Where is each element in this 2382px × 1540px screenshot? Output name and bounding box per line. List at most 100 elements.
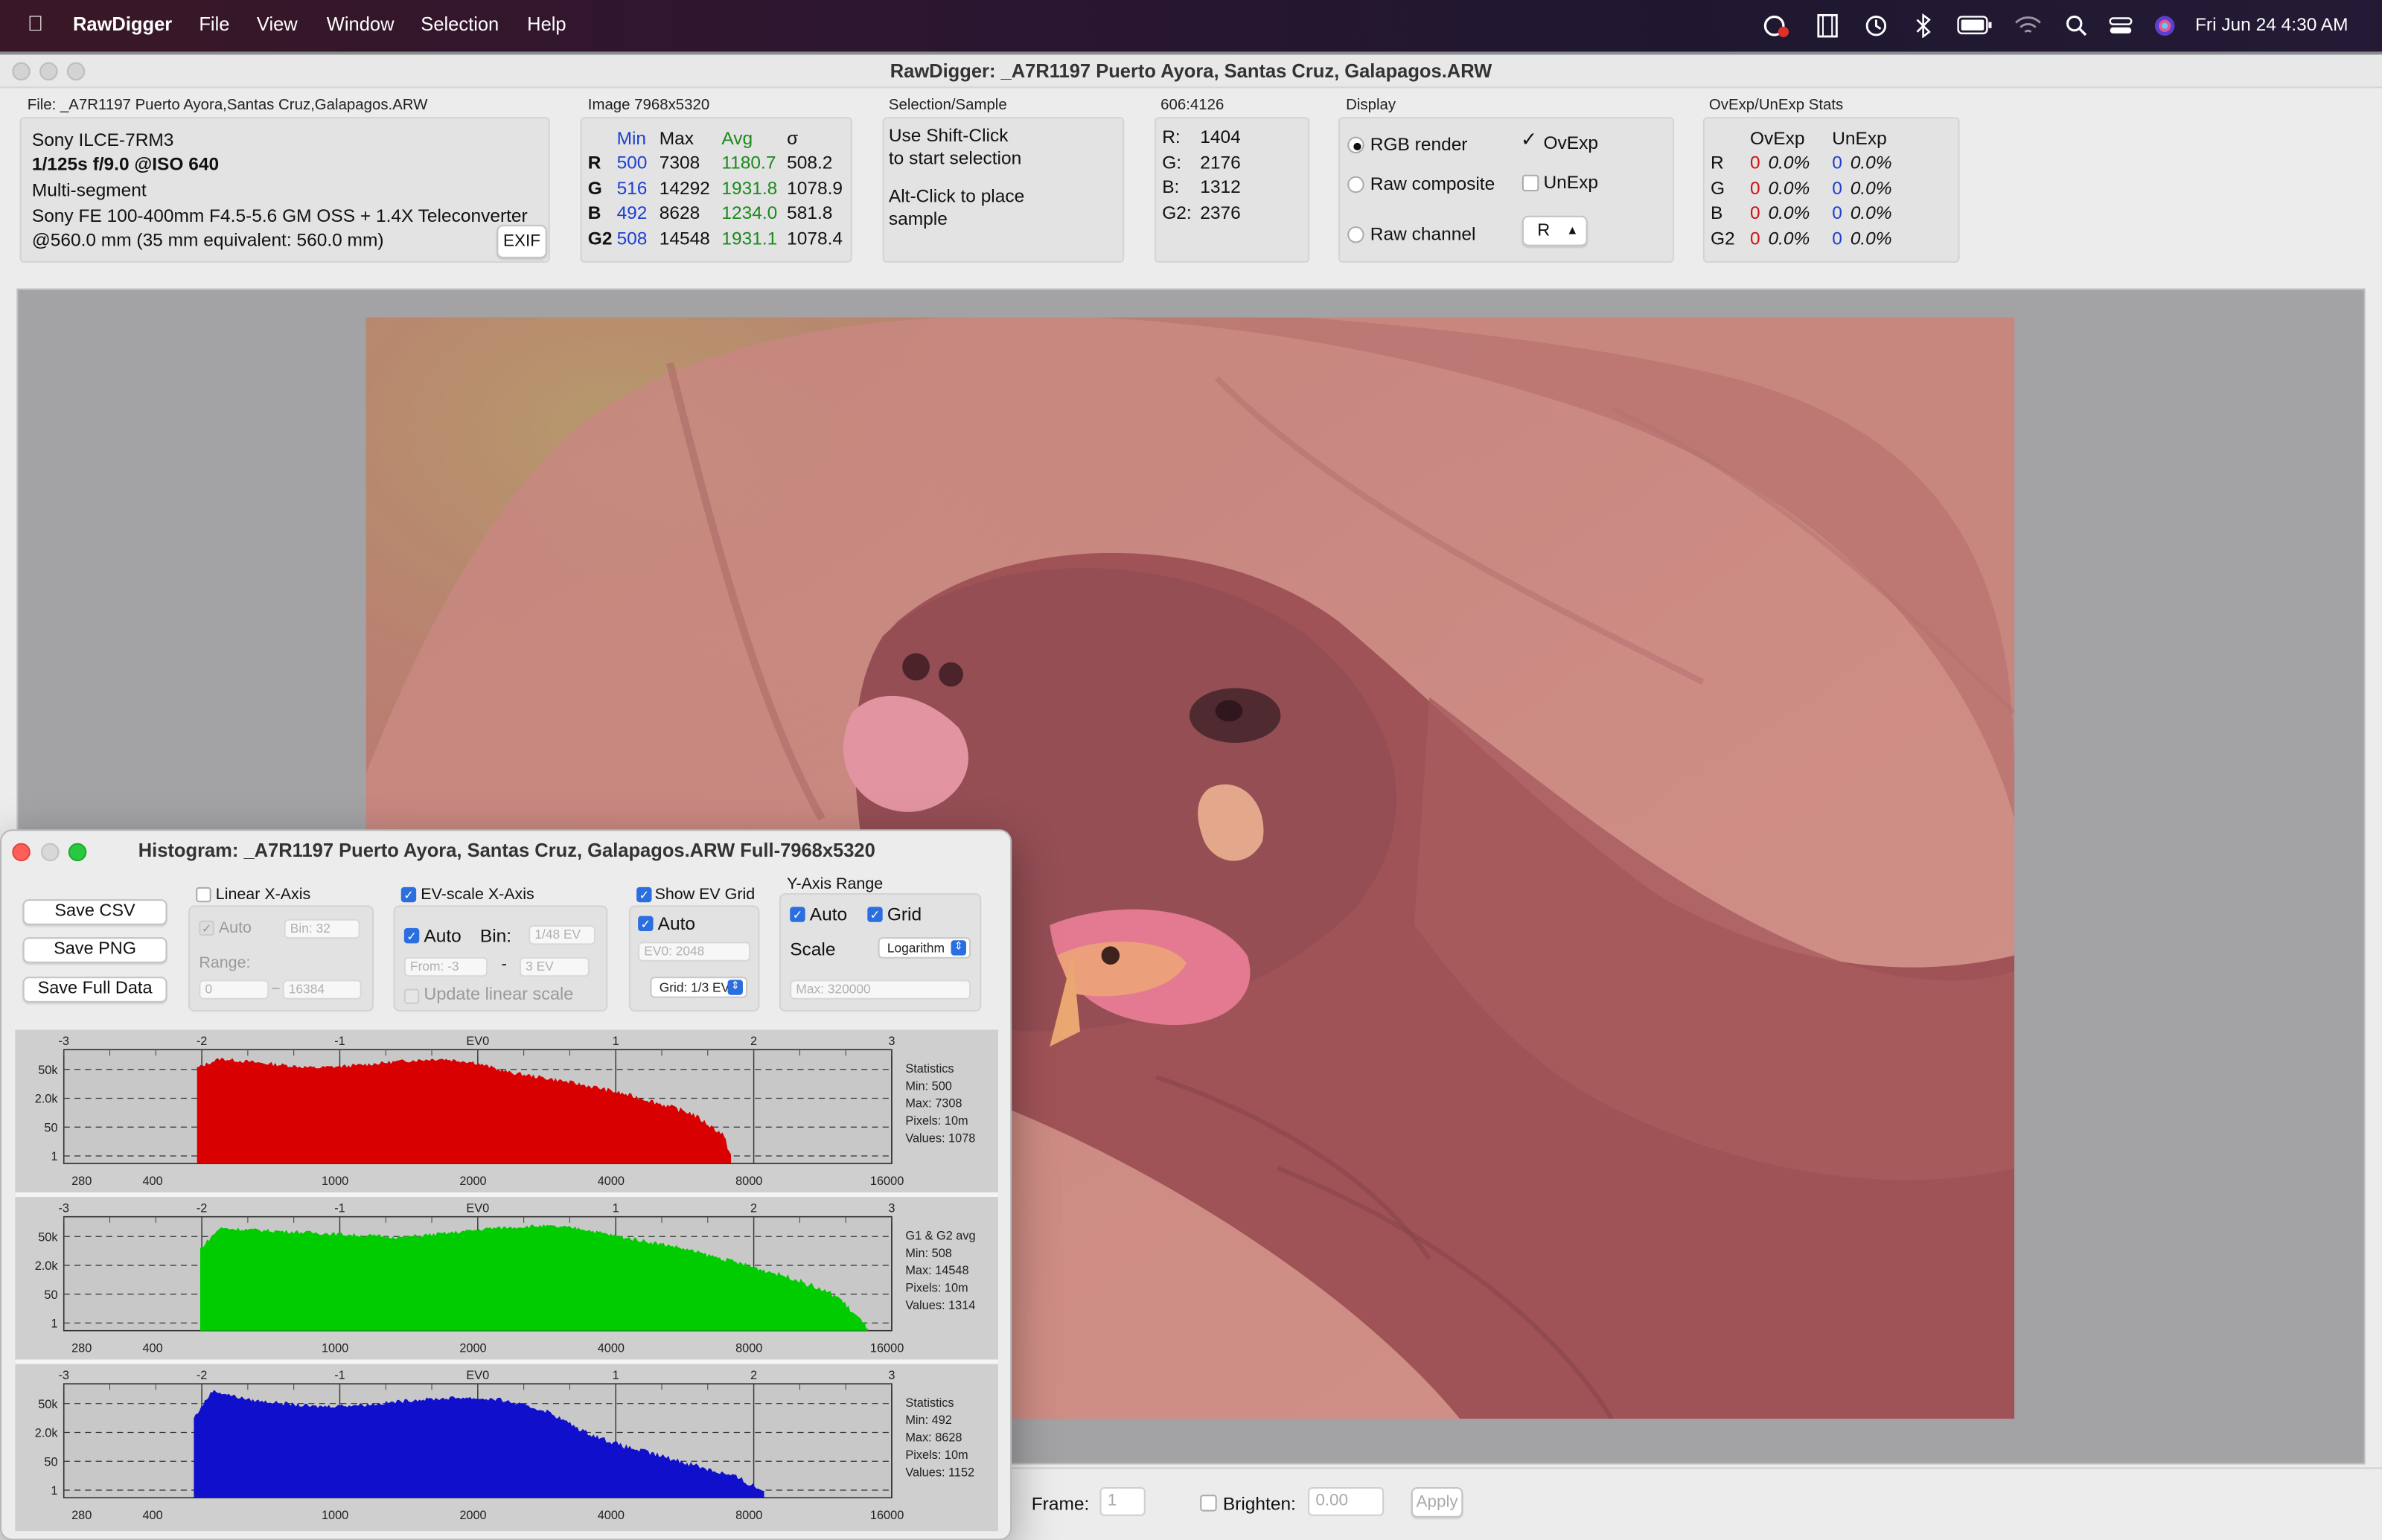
y-scale-select[interactable]: Logarithm ⇕	[878, 937, 971, 959]
y-tick-label: 50k	[38, 1398, 58, 1411]
channel-avg: 1931.1	[721, 227, 778, 249]
ev-scale-section: ✓ Auto Bin: 1/48 EV From: -3 - 3 EV Upda…	[393, 905, 608, 1012]
range-label: Range:	[199, 953, 251, 973]
range-to-field[interactable]: 16384	[282, 980, 362, 1000]
rgb-render-label[interactable]: RGB render	[1370, 134, 1468, 156]
raw-channel-label[interactable]: Raw channel	[1370, 223, 1476, 245]
channel-name: B	[587, 202, 601, 223]
hist-close-button[interactable]	[12, 843, 31, 862]
linear-x-section: ✓ Auto Bin: 32 Range: 0 – 16384	[188, 905, 374, 1012]
histogram-stat: Max: 8628	[905, 1431, 962, 1445]
ev-scale-checkbox[interactable]: ✓	[400, 886, 417, 903]
raw-channel-radio[interactable]	[1347, 226, 1364, 243]
linear-bin-field[interactable]: Bin: 32	[284, 918, 360, 939]
save-png-button[interactable]: Save PNG	[22, 937, 167, 963]
channel-min: 516	[616, 176, 648, 199]
x-tick-label: 1000	[322, 1175, 348, 1188]
histogram-panel-g: 50k 2.0k 50 1 -3 -2 -1 EV0 1 2 3 280 400 1000 2000 4000…	[15, 1197, 998, 1364]
save-full-data-button[interactable]: Save Full Data	[22, 977, 167, 1003]
spotlight-search-icon[interactable]	[2064, 13, 2089, 38]
brighten-checkbox[interactable]	[1200, 1495, 1217, 1512]
save-csv-button[interactable]: Save CSV	[22, 899, 167, 925]
y-grid-checkbox[interactable]: ✓	[867, 907, 883, 922]
ev0-field[interactable]: EV0: 2048	[638, 942, 751, 962]
ovexp-percent: 0.0%	[1768, 176, 1810, 199]
histogram-stat: Statistics	[905, 1062, 954, 1076]
exif-button[interactable]: EXIF	[496, 225, 547, 258]
ev-to-field[interactable]: 3 EV	[519, 956, 590, 977]
histogram-stat: Min: 492	[905, 1413, 952, 1427]
y-tick-label: 1	[51, 1484, 57, 1498]
apple-menu-icon[interactable]: 	[28, 10, 43, 35]
linear-x-checkbox[interactable]	[196, 886, 211, 903]
menu-window[interactable]: Window	[327, 13, 395, 35]
y-auto-checkbox[interactable]: ✓	[790, 907, 805, 922]
histogram-stat: G1 & G2 avg	[905, 1229, 975, 1242]
ovexp-stats-label: OvExp/UnExp Stats	[1708, 97, 1844, 115]
battery-icon[interactable]	[1957, 15, 1993, 35]
window-titlebar: RawDigger: _A7R1197 Puerto Ayora, Santas…	[0, 54, 2382, 89]
film-icon[interactable]	[1817, 13, 1839, 38]
sample-channel: R:	[1162, 126, 1181, 147]
ev-grid-select[interactable]: Grid: 1/3 EV ⇕	[650, 977, 748, 998]
unexp-count: 0	[1832, 202, 1842, 223]
range-from-field[interactable]: 0	[199, 980, 269, 1000]
ev-tick-label: 1	[613, 1202, 619, 1215]
brighten-field[interactable]: 0.00	[1308, 1486, 1385, 1516]
histogram-svg: 50k 2.0k 50 1 -3 -2 -1 EV0 1 2 3 280 400 1000 2000 4000…	[15, 1029, 998, 1527]
menubar-clock[interactable]: Fri Jun 24 4:30 AM	[2195, 13, 2349, 35]
app-menu[interactable]: RawDigger	[73, 13, 172, 35]
channel-sigma: 508.2	[787, 152, 833, 173]
raw-composite-radio[interactable]	[1347, 176, 1364, 194]
show-ev-grid-checkbox[interactable]: ✓	[636, 886, 652, 903]
ev-tick-label: 3	[888, 1202, 895, 1215]
unexp-label[interactable]: UnExp	[1543, 172, 1598, 194]
menu-view[interactable]: View	[257, 13, 298, 35]
ev-tick-label: 3	[888, 1035, 895, 1048]
selection-hint-1: Use Shift-Click	[888, 124, 1009, 146]
control-center-icon[interactable]	[2109, 13, 2133, 38]
ovexp-label[interactable]: OvExp	[1543, 132, 1598, 154]
zoom-button[interactable]	[66, 62, 86, 81]
raw-channel-select[interactable]: R ▲	[1522, 215, 1588, 246]
channel-max: 14548	[659, 227, 710, 249]
siri-icon[interactable]	[2153, 13, 2177, 38]
menu-file[interactable]: File	[199, 13, 229, 35]
y-max-field[interactable]: Max: 320000	[790, 980, 971, 1000]
sample-coordinates: 606:4126	[1160, 97, 1224, 115]
display-panel: RGB render Raw composite Raw channel ✓ O…	[1338, 117, 1674, 263]
ev-grid-auto-checkbox[interactable]: ✓	[638, 916, 654, 932]
panel-separator	[15, 1192, 998, 1198]
apply-button[interactable]: Apply	[1411, 1486, 1463, 1518]
frame-stepper[interactable]: 1	[1099, 1486, 1146, 1516]
rgb-render-radio[interactable]	[1347, 136, 1364, 154]
menu-help[interactable]: Help	[527, 13, 566, 35]
histogram-stat: Min: 500	[905, 1079, 952, 1093]
x-tick-label: 16000	[870, 1341, 904, 1355]
ev-tick-label: -2	[197, 1035, 208, 1048]
minimize-button[interactable]	[39, 62, 58, 81]
ev-bin-field[interactable]: 1/48 EV	[529, 924, 596, 945]
unexp-count: 0	[1832, 227, 1842, 249]
ev-auto-checkbox[interactable]: ✓	[403, 927, 420, 944]
creative-cloud-icon[interactable]	[1762, 13, 1792, 38]
time-machine-icon[interactable]	[1864, 13, 1888, 38]
linear-auto-checkbox[interactable]: ✓	[199, 920, 214, 936]
channel-max: 7308	[659, 152, 700, 173]
hist-zoom-button[interactable]	[68, 843, 87, 862]
display-label: Display	[1346, 97, 1396, 115]
close-button[interactable]	[12, 62, 31, 81]
sample-channel: G2:	[1162, 201, 1192, 223]
ev-from-field[interactable]: From: -3	[403, 956, 488, 977]
ov-channel: R	[1710, 152, 1724, 173]
update-linear-checkbox[interactable]	[403, 988, 420, 1004]
unexp-checkbox[interactable]	[1522, 174, 1539, 192]
bluetooth-icon[interactable]	[1914, 13, 1932, 39]
raw-composite-label[interactable]: Raw composite	[1370, 173, 1495, 195]
wifi-icon[interactable]	[2014, 15, 2042, 36]
exposure-info: 1/125s f/9.0 @ISO 640	[31, 153, 220, 175]
ovexp-checkbox[interactable]: ✓	[1521, 129, 1537, 149]
panel-separator	[15, 1359, 998, 1364]
menu-selection[interactable]: Selection	[421, 13, 499, 35]
hist-minimize-button[interactable]	[41, 843, 60, 862]
